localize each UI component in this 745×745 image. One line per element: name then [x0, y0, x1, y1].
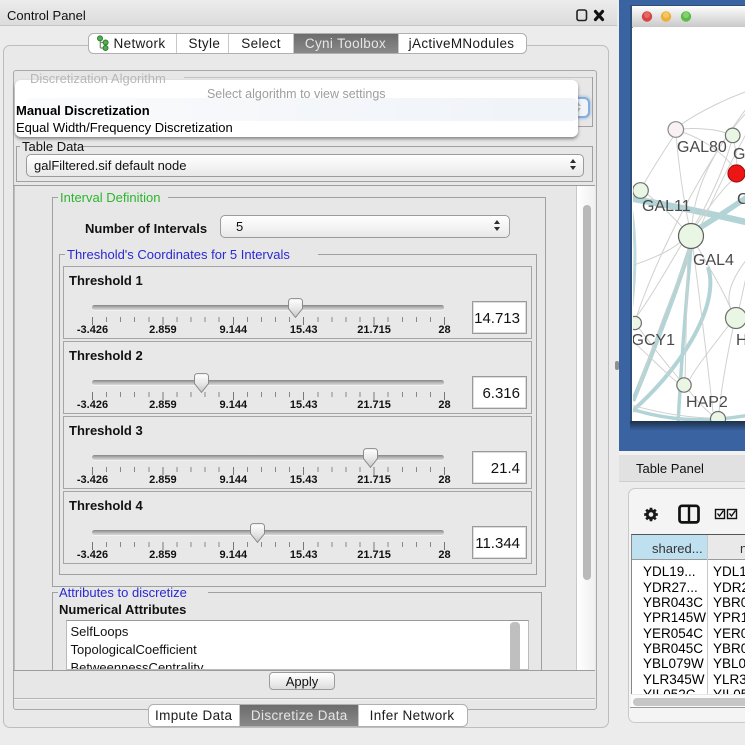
svg-text:GAL11: GAL11	[642, 198, 691, 215]
svg-text:C: C	[737, 191, 745, 208]
svg-text:GA: GA	[733, 146, 745, 163]
svg-text:GAL4: GAL4	[693, 252, 734, 269]
svg-text:HAP2: HAP2	[686, 394, 728, 411]
svg-text:GAL80: GAL80	[677, 139, 727, 156]
svg-text:GCY1: GCY1	[633, 332, 675, 349]
svg-text:H: H	[736, 332, 745, 349]
